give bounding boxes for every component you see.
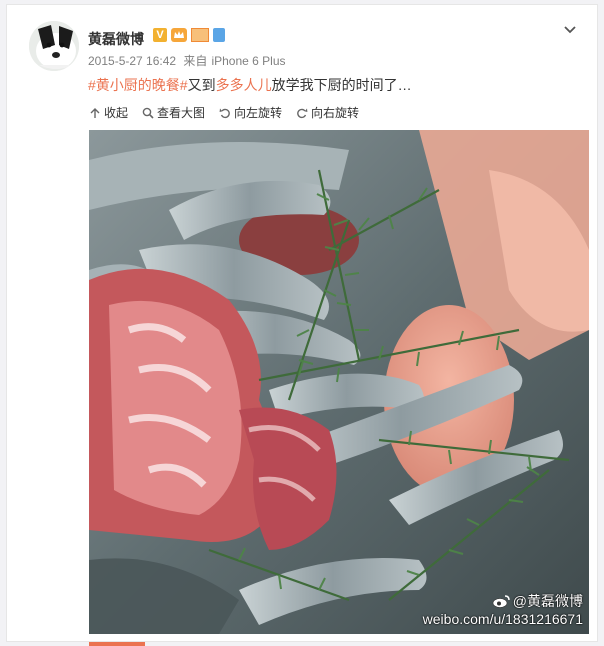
mention-link[interactable]: 多多人儿 bbox=[216, 77, 272, 93]
post-meta: 2015-5-27 16:42 来自 iPhone 6 Plus bbox=[88, 52, 286, 69]
author-name[interactable]: 黄磊微博 bbox=[88, 29, 144, 49]
rotate-left-label: 向左旋转 bbox=[234, 106, 283, 120]
collapse-button[interactable]: 收起 bbox=[89, 104, 128, 121]
campaign-badge-icon[interactable] bbox=[213, 28, 225, 42]
source-device[interactable]: iPhone 6 Plus bbox=[211, 54, 285, 68]
view-large-button[interactable]: 查看大图 bbox=[142, 104, 205, 121]
chevron-down-icon[interactable] bbox=[563, 23, 577, 37]
collapse-label: 收起 bbox=[104, 106, 129, 120]
text-segment: 又到 bbox=[187, 77, 216, 93]
view-large-label: 查看大图 bbox=[157, 106, 206, 120]
ellipsis: … bbox=[397, 77, 412, 93]
weibo-post-card: 黄磊微博 V 2015-5-27 16:42 来自 iPhone 6 Plus #… bbox=[6, 4, 598, 646]
text-segment: 放学我下厨的时间了 bbox=[271, 77, 398, 93]
user-badges: V bbox=[153, 28, 225, 42]
post-timestamp[interactable]: 2015-5-27 16:42 bbox=[88, 54, 176, 68]
member-badge-icon[interactable] bbox=[171, 28, 187, 42]
watermark-url: weibo.com/u/1831216671 bbox=[422, 611, 583, 627]
post-image[interactable]: @黄磊微博 weibo.com/u/1831216671 bbox=[89, 130, 589, 634]
active-tab-indicator bbox=[89, 642, 145, 646]
rotate-right-icon bbox=[297, 108, 308, 118]
rotate-left-icon bbox=[219, 108, 230, 118]
rotate-left-button[interactable]: 向左旋转 bbox=[219, 104, 282, 121]
watermark-handle: @黄磊微博 bbox=[512, 593, 583, 609]
collapse-icon bbox=[90, 107, 100, 118]
hashtag-link[interactable]: #黄小厨的晚餐# bbox=[88, 77, 188, 93]
avatar[interactable] bbox=[29, 21, 79, 71]
post-text: #黄小厨的晚餐#又到多多人儿放学我下厨的时间了… bbox=[88, 75, 412, 95]
level-badge-icon[interactable] bbox=[191, 28, 209, 42]
image-toolbar: 收起 查看大图 向左旋转 向右旋转 bbox=[89, 104, 373, 121]
rotate-right-label: 向右旋转 bbox=[311, 106, 360, 120]
rotate-right-button[interactable]: 向右旋转 bbox=[296, 104, 359, 121]
search-icon bbox=[142, 107, 154, 119]
weibo-logo-icon bbox=[492, 595, 510, 608]
image-watermark: @黄磊微博 weibo.com/u/1831216671 bbox=[423, 592, 583, 628]
source-prefix: 来自 bbox=[183, 54, 208, 68]
verified-badge-icon[interactable]: V bbox=[153, 28, 167, 42]
food-photo bbox=[89, 130, 589, 634]
